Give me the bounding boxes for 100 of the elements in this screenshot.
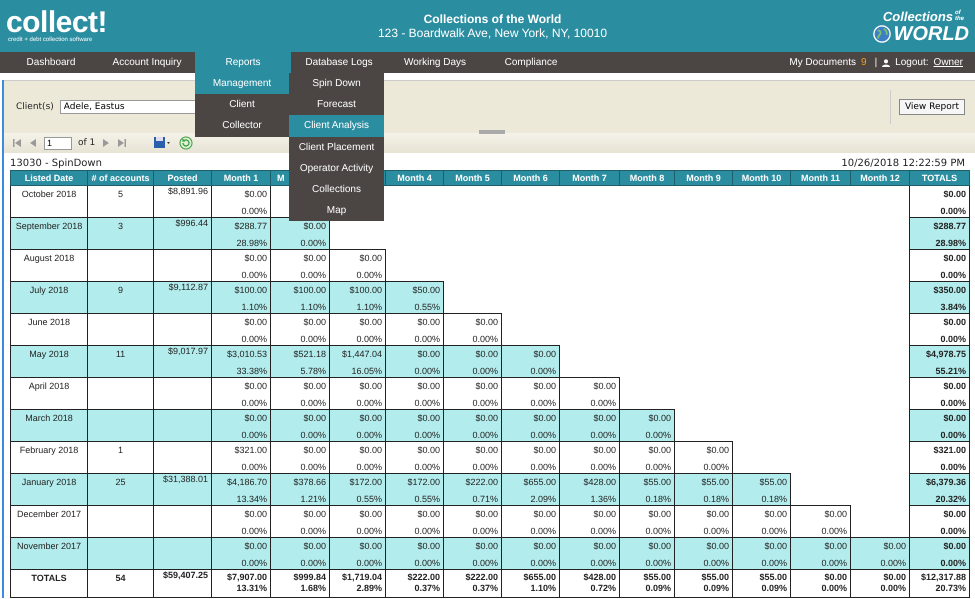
amount-text: $0.00: [648, 509, 671, 520]
percent-text: 0.00%: [472, 398, 498, 409]
amount-text: $12,317.88: [920, 572, 966, 583]
amount-text: $0.00: [533, 381, 556, 392]
percent-text: 0.00%: [940, 334, 966, 345]
menu-item[interactable]: Client: [195, 94, 289, 116]
percent-text: 0.00%: [356, 430, 382, 441]
amount-text: $0.00: [303, 541, 326, 552]
amount-text: $0.00: [303, 509, 326, 520]
nav-item[interactable]: Account Inquiry: [99, 52, 195, 73]
amount-text: $0.00: [417, 509, 440, 520]
nav-item[interactable]: Database Logs: [291, 52, 387, 73]
report-title: 13030 - SpinDown: [10, 158, 102, 169]
percent-text: 20.73%: [935, 583, 966, 594]
view-report-button[interactable]: View Report: [898, 99, 965, 115]
percent-text: 0.00%: [645, 430, 671, 441]
amount-text: $428.00: [583, 477, 616, 488]
documents-link[interactable]: My Documents: [789, 57, 856, 68]
column-header: Month 4: [386, 170, 444, 186]
percent-text: 0.37%: [472, 583, 498, 594]
refresh-icon[interactable]: [179, 136, 194, 150]
percent-text: 0.00%: [821, 583, 847, 594]
percent-text: 0.00%: [356, 526, 382, 537]
amount-text: $0.00: [244, 189, 267, 200]
amount-text: $0.00: [648, 445, 671, 456]
menu-item[interactable]: Management: [195, 73, 289, 94]
menu-item[interactable]: Operator Activity: [289, 158, 384, 179]
next-page-icon[interactable]: [101, 138, 112, 148]
percent-text: 2.09%: [530, 494, 556, 505]
amount-text: $0.00: [943, 509, 966, 520]
table-cell: $59,407.25: [154, 570, 212, 598]
percent-text: 0.55%: [356, 494, 382, 505]
percent-text: 0.00%: [300, 558, 326, 569]
column-header: # of accounts: [88, 170, 154, 186]
column-header: Month 11: [790, 170, 850, 186]
globe-icon: [873, 24, 892, 42]
amount-text: $0.00: [943, 541, 966, 552]
column-header: Month 12: [850, 170, 910, 186]
amount-text: $50.00: [412, 285, 440, 296]
percent-text: 0.00%: [300, 334, 326, 345]
amount-text: $0.00: [417, 381, 440, 392]
amount-text: $0.00: [943, 413, 966, 424]
amount-text: $100.00: [234, 285, 267, 296]
menu-item[interactable]: Map: [289, 200, 384, 222]
percent-text: 0.00%: [241, 334, 267, 345]
percent-text: 0.00%: [300, 238, 326, 249]
percent-text: 0.00%: [241, 398, 267, 409]
table-cell: $9,112.87: [154, 282, 212, 314]
nav-item[interactable]: Working Days: [387, 52, 483, 73]
nav-item[interactable]: Dashboard: [3, 52, 99, 73]
amount-text: $321.00: [933, 445, 966, 456]
amount-text: $0.00: [533, 445, 556, 456]
nav-item[interactable]: Compliance: [483, 52, 579, 73]
last-page-icon[interactable]: [117, 138, 128, 148]
amount-text: $3,010.53: [226, 349, 267, 360]
percent-text: 0.37%: [414, 583, 440, 594]
percent-text: 20.32%: [935, 494, 966, 505]
percent-text: 0.55%: [414, 494, 440, 505]
amount-text: $55.00: [759, 477, 787, 488]
menu-item[interactable]: Spin Down: [289, 73, 384, 94]
menu-item[interactable]: Collector: [195, 115, 289, 137]
percent-text: 0.00%: [821, 526, 847, 537]
user-link[interactable]: Owner: [934, 57, 963, 68]
company-address: 123 - Boardwalk Ave, New York, NY, 10010: [378, 26, 608, 40]
amount-text: $0.00: [593, 381, 616, 392]
amount-text: $0.00: [475, 317, 498, 328]
amount-text: $378.66: [293, 477, 326, 488]
amount-text: $0.00: [475, 541, 498, 552]
percent-text: 0.00%: [356, 334, 382, 345]
percent-text: 33.38%: [236, 366, 267, 377]
percent-text: 0.18%: [761, 494, 787, 505]
amount-text: $222.00: [407, 572, 440, 583]
percent-text: 0.00%: [414, 366, 440, 377]
percent-text: 0.00%: [703, 526, 729, 537]
percent-text: 0.00%: [300, 462, 326, 473]
previous-page-icon[interactable]: [28, 138, 38, 148]
percent-text: 0.00%: [300, 430, 326, 441]
menu-item[interactable]: Forecast: [289, 94, 384, 116]
amount-text: $0.00: [417, 349, 440, 360]
menu-item[interactable]: Client Analysis: [289, 115, 384, 137]
percent-text: 0.00%: [940, 270, 966, 281]
table-cell: September 2018: [10, 218, 88, 250]
percent-text: 0.00%: [590, 462, 616, 473]
table-cell: March 2018: [10, 410, 88, 442]
menu-item[interactable]: Client Placement: [289, 136, 384, 158]
first-page-icon[interactable]: [12, 138, 22, 148]
percent-text: 0.09%: [761, 583, 787, 594]
nav-item[interactable]: Reports: [195, 52, 291, 73]
percent-text: 0.00%: [356, 462, 382, 473]
amount-text: $288.77: [933, 221, 966, 232]
column-header: TOTALS: [910, 170, 970, 186]
percent-text: 0.00%: [300, 398, 326, 409]
column-header: Month 1: [212, 170, 270, 186]
splitter-handle[interactable]: [479, 130, 505, 134]
percent-text: 1.36%: [590, 494, 616, 505]
menu-item[interactable]: Collections: [289, 178, 384, 200]
amount-text: $222.00: [465, 572, 498, 583]
amount-text: $0.00: [475, 413, 498, 424]
percent-text: 0.00%: [530, 558, 556, 569]
page-field[interactable]: 1: [44, 136, 72, 150]
